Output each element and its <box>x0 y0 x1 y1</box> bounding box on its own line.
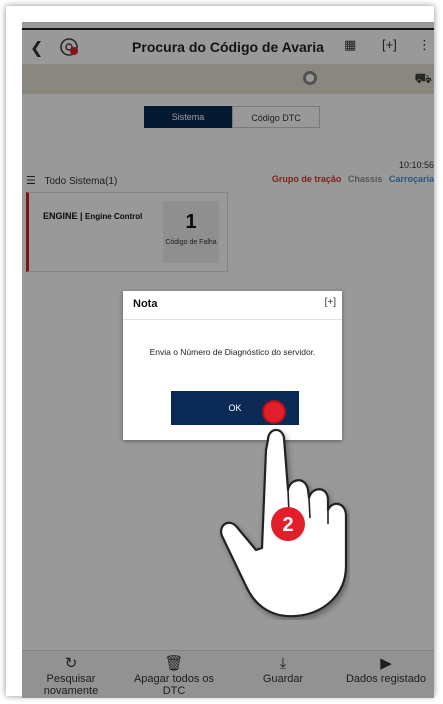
app-screen: ❮ Procura do Código de Avaria ▦ [+] ⋮ ⛟ … <box>22 22 434 698</box>
step-number: 2 <box>282 514 293 536</box>
step-badge: 2 <box>271 507 305 541</box>
expand-icon[interactable]: [+] <box>325 297 336 308</box>
dialog-message: Envia o Número de Diagnóstico do servido… <box>149 347 316 357</box>
dialog-divider <box>123 319 342 320</box>
dialog-title: Nota <box>133 298 158 310</box>
